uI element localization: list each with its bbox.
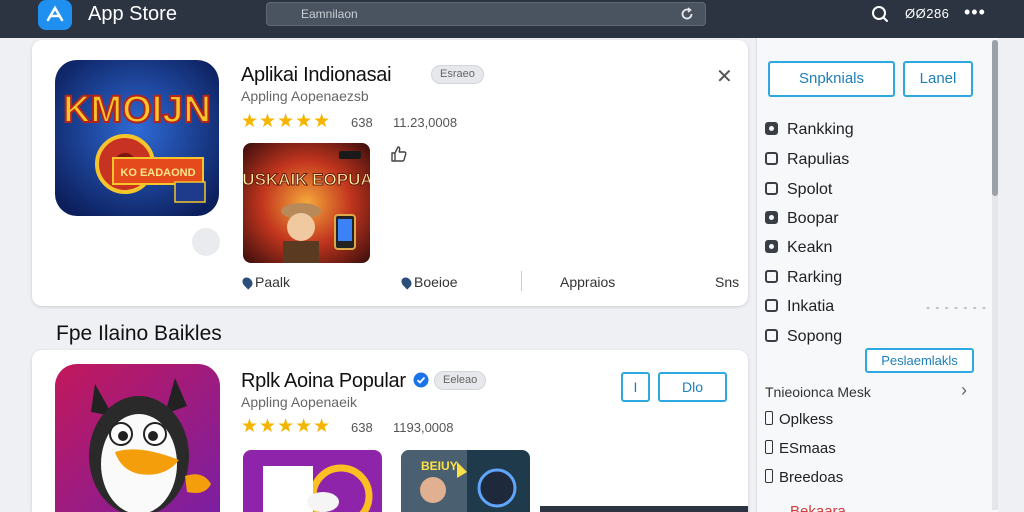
- action-reviews[interactable]: Appraios: [560, 274, 615, 290]
- verified-icon: [413, 372, 429, 388]
- categories-icon: [765, 299, 778, 312]
- download-count: 11.23,0008: [393, 115, 458, 130]
- screenshot-title: BUSKAIK EOPUAS: [243, 170, 370, 189]
- app-icon[interactable]: KMOIJN KO EADAOND: [55, 60, 219, 216]
- pin-icon: [399, 275, 414, 290]
- sidebar-red-item[interactable]: Bekaara: [790, 503, 846, 512]
- sidebar-item-search[interactable]: Keakn: [765, 237, 832, 259]
- sidebar-small-label: ESmaas: [779, 440, 836, 457]
- sidebar-item-categories[interactable]: Inkatia: [765, 296, 834, 318]
- app-icon-subtitle: KO EADAOND: [120, 167, 195, 179]
- sidebar-item-label: Rapulias: [787, 151, 850, 168]
- action-bookmark[interactable]: Boeioe: [399, 274, 458, 290]
- sidebar-small-label: Breedoas: [779, 469, 844, 486]
- browse-icon: [765, 211, 778, 224]
- app-title: App Store: [88, 3, 177, 25]
- section-title: Fpe Ilaino Baikles: [56, 322, 222, 345]
- search-icon[interactable]: [870, 4, 890, 24]
- app-name[interactable]: Aplikai Indionasai: [241, 64, 392, 87]
- get-button[interactable]: Dlo: [658, 372, 727, 402]
- rating-stars: ★★★★★: [241, 111, 332, 132]
- developer-name[interactable]: Appling Aopenaeik: [241, 394, 357, 410]
- screenshot-label: BEIUY: [421, 459, 458, 473]
- search-icon: [765, 240, 778, 253]
- search-placeholder: Eamnilaon: [301, 7, 358, 21]
- action-more[interactable]: Sns: [715, 274, 739, 290]
- app-screenshot[interactable]: [243, 450, 382, 512]
- app-icon-title: KMOIJN: [63, 89, 211, 131]
- promo-button[interactable]: Peslaemlakls: [865, 348, 974, 373]
- pin-icon: [240, 275, 255, 290]
- category-chip[interactable]: Esraeo: [431, 65, 484, 84]
- sidebar-item-ranking[interactable]: Rankking: [765, 119, 854, 141]
- item-icon: [765, 440, 773, 454]
- sidebar-item-spotlight[interactable]: Spolot: [765, 179, 832, 201]
- sidebar-item-label: Spolot: [787, 181, 833, 198]
- download-count: 1193,0008: [393, 420, 454, 435]
- rating-stars: ★★★★★: [241, 416, 332, 437]
- wishlist-button[interactable]: I: [621, 372, 650, 402]
- sidebar-item-shopping[interactable]: Sopong: [765, 326, 842, 348]
- sidebar-item-label: Keakn: [787, 239, 833, 256]
- app-screenshot[interactable]: BUSKAIK EOPUAS: [243, 143, 370, 263]
- action-share-label: Paalk: [255, 274, 291, 290]
- sidebar-small-item[interactable]: Breedoas: [765, 469, 843, 486]
- chevron-right-icon[interactable]: ›: [961, 380, 967, 401]
- action-bookmark-label: Boeioe: [414, 274, 458, 290]
- developer-name[interactable]: Appling Aopenaezsb: [241, 88, 369, 104]
- action-share[interactable]: Paalk: [240, 274, 291, 290]
- divider-dashes: - - - - - - -: [926, 300, 987, 314]
- sidebar-item-label: Sopong: [787, 328, 843, 345]
- sidebar-small-label: Oplkess: [779, 411, 834, 428]
- category-chip[interactable]: Eeleao: [434, 371, 487, 390]
- close-icon[interactable]: ✕: [716, 67, 733, 87]
- sidebar-item-label: Rarking: [787, 269, 843, 286]
- popular-icon: [765, 152, 778, 165]
- more-menu-icon[interactable]: •••: [964, 2, 986, 23]
- sidebar-item-popular[interactable]: Rapulias: [765, 149, 849, 171]
- charts-icon: [765, 270, 778, 283]
- top-count: ØØ286: [905, 6, 950, 21]
- sidebar-item-label: Inkatia: [787, 298, 835, 315]
- rating-count: 638: [351, 115, 373, 130]
- sidebar-item-browse[interactable]: Boopar: [765, 208, 839, 230]
- item-icon: [765, 469, 773, 483]
- search-input[interactable]: Eamnilaon: [266, 2, 706, 26]
- bottom-bar: [540, 506, 748, 512]
- app-name[interactable]: Rplk Aoina Popular: [241, 370, 406, 393]
- app-screenshot[interactable]: BEIUY: [401, 450, 530, 512]
- submenu-title[interactable]: Tnieoionca Mesk: [765, 384, 871, 400]
- ranking-icon: [765, 122, 778, 135]
- shopping-icon: [765, 329, 778, 342]
- badge-icon: [192, 228, 220, 256]
- sidebar-small-item[interactable]: ESmaas: [765, 440, 836, 457]
- sidebar-secondary-button[interactable]: Lanel: [903, 61, 973, 97]
- app-store-logo-icon[interactable]: [38, 0, 72, 30]
- sidebar-item-label: Rankking: [787, 121, 854, 138]
- sidebar-item-charts[interactable]: Rarking: [765, 267, 842, 289]
- refresh-icon[interactable]: [679, 6, 695, 22]
- item-icon: [765, 411, 773, 425]
- divider: [521, 271, 522, 291]
- app-icon[interactable]: [55, 364, 220, 512]
- rating-count: 638: [351, 420, 373, 435]
- sidebar-item-label: Boopar: [787, 210, 839, 227]
- scrollbar-thumb[interactable]: [992, 40, 998, 196]
- thumbs-up-icon[interactable]: [390, 145, 408, 163]
- sidebar-small-item[interactable]: Oplkess: [765, 411, 833, 428]
- spotlight-icon: [765, 182, 778, 195]
- sidebar-primary-button[interactable]: Snpknials: [768, 61, 895, 97]
